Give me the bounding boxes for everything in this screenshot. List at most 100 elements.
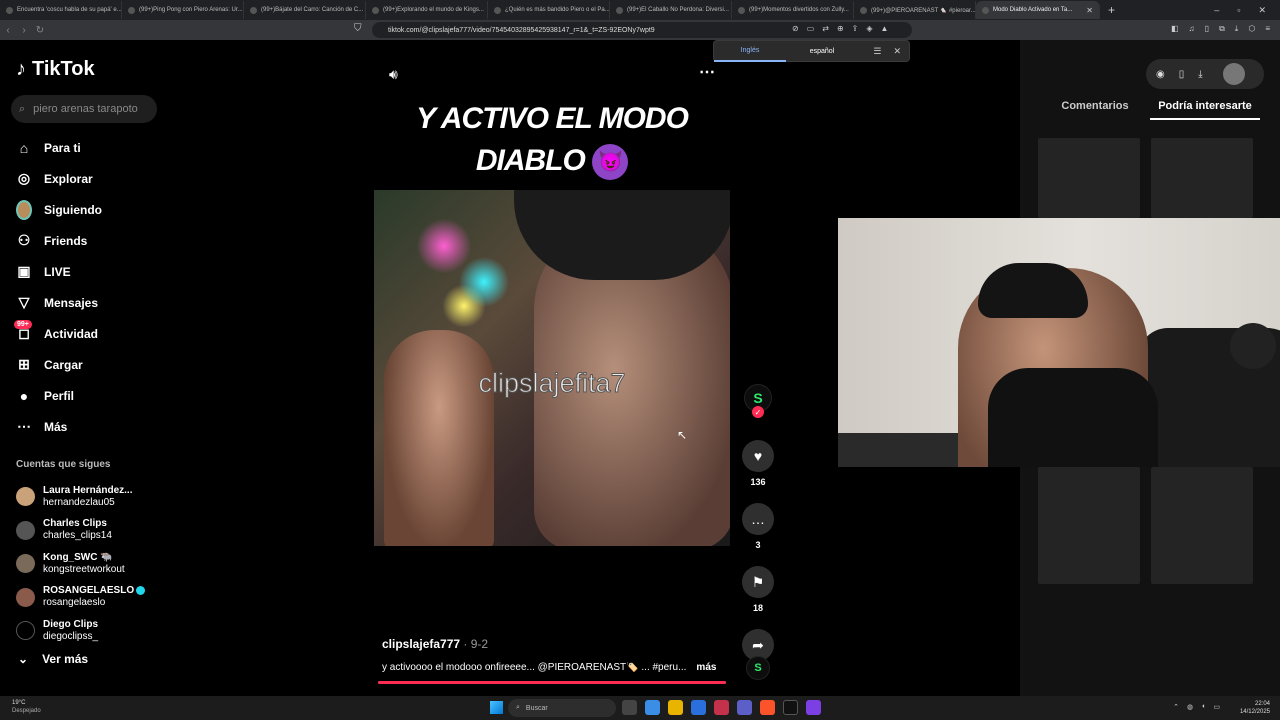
- tiktok-favicon-icon: [738, 6, 745, 14]
- music-disc-icon[interactable]: S: [746, 656, 770, 680]
- video-player[interactable]: clipslajefita7: [374, 190, 730, 546]
- browser-tab-active[interactable]: Modo Diablo Activado en Ta... ✕: [976, 1, 1100, 19]
- sidebar-item-perfil[interactable]: ● Perfil: [16, 380, 102, 411]
- tab-suggested[interactable]: Podría interesarte: [1150, 100, 1260, 120]
- sidebar-item-para-ti[interactable]: ⌂ Para ti: [16, 132, 102, 163]
- translate-lang-from[interactable]: Inglés: [714, 41, 786, 62]
- comment-button[interactable]: …: [742, 503, 774, 535]
- edge-icon[interactable]: [691, 700, 706, 715]
- back-icon[interactable]: ‹: [0, 25, 16, 36]
- download-icon[interactable]: ⤓: [1235, 24, 1239, 34]
- save-button[interactable]: ⚑: [742, 566, 774, 598]
- list-item[interactable]: ROSANGELAESLO rosangelaeslo: [16, 581, 146, 615]
- battery-icon[interactable]: ▭: [1213, 703, 1220, 711]
- list-item[interactable]: Diego Clips diegoclipss_: [16, 614, 145, 648]
- sidebar-item-live[interactable]: ▣ LIVE: [16, 256, 102, 287]
- brave-icon[interactable]: [760, 700, 775, 715]
- cast-icon[interactable]: ▭: [807, 24, 815, 33]
- share-arrow-icon: ➦: [752, 636, 764, 653]
- phone-icon[interactable]: ▯: [1179, 69, 1185, 80]
- file-explorer-icon[interactable]: [668, 700, 683, 715]
- tiktok-logo[interactable]: ♪ TikTok: [16, 58, 95, 81]
- browser-tab[interactable]: Encuentra 'coscu habla de su papá' e...: [0, 1, 122, 19]
- browser-tab[interactable]: (99+)Ping Pong con Piero Arenas: Ur...: [122, 1, 244, 19]
- download-app-icon[interactable]: ⤓: [1198, 69, 1202, 80]
- app-icon[interactable]: [783, 700, 798, 715]
- coin-icon[interactable]: ◉: [1156, 69, 1165, 80]
- sidebar-item-friends[interactable]: ⚇ Friends: [16, 225, 102, 256]
- alert-icon[interactable]: ▲: [881, 24, 889, 33]
- suggested-thumbnail[interactable]: [1038, 138, 1140, 218]
- new-tab-button[interactable]: +: [1100, 3, 1123, 17]
- tiktok-note-icon: ♪: [16, 58, 26, 80]
- app-icon[interactable]: [806, 700, 821, 715]
- close-window-button[interactable]: ✕: [1258, 5, 1266, 16]
- weather-widget[interactable]: 19°C Despejado: [12, 699, 41, 715]
- browser-tab[interactable]: (99+)Momentos divertidos con Zully...: [732, 1, 854, 19]
- tab-favicon-icon: [6, 6, 13, 14]
- app-icon[interactable]: [714, 700, 729, 715]
- brave-shield-icon[interactable]: ◈: [866, 24, 872, 33]
- tabs-icon[interactable]: ⧉: [1219, 24, 1225, 34]
- camera-off-icon[interactable]: ⊘: [792, 24, 799, 33]
- tab-comments[interactable]: Comentarios: [1040, 100, 1150, 120]
- sidebar-item-explorar[interactable]: ◎ Explorar: [16, 163, 102, 194]
- suggested-thumbnail[interactable]: [1151, 467, 1253, 584]
- video-progress-bar[interactable]: [378, 681, 726, 684]
- like-button[interactable]: ♥: [742, 440, 774, 472]
- menu-icon[interactable]: ≡: [1265, 24, 1270, 34]
- see-more-link[interactable]: más: [696, 662, 716, 673]
- browser-tab[interactable]: (99+)@PIEROARENAST 🐁 #pieroar...: [854, 1, 976, 19]
- translate-lang-to[interactable]: español: [786, 42, 858, 61]
- teams-icon[interactable]: [737, 700, 752, 715]
- translate-icon[interactable]: ⇄: [822, 24, 829, 33]
- search-input[interactable]: ⌕ piero arenas tarapoto: [11, 95, 157, 123]
- maximize-button[interactable]: ▫: [1237, 5, 1240, 16]
- minimize-button[interactable]: –: [1214, 5, 1219, 16]
- forward-icon[interactable]: ›: [16, 25, 32, 36]
- network-icon[interactable]: ◍: [1187, 703, 1193, 711]
- wallet-icon[interactable]: ◧: [1171, 24, 1179, 34]
- bookmark-icon[interactable]: ⛉: [354, 23, 362, 34]
- right-toolbar: ◉ ▯ ⤓: [1146, 59, 1264, 89]
- more-options-icon[interactable]: ⋯: [699, 62, 715, 82]
- see-more-button[interactable]: ⌄ Ver más: [18, 652, 88, 666]
- sidebar-item-cargar[interactable]: ⊞ Cargar: [16, 349, 102, 380]
- follow-check-icon[interactable]: ✓: [752, 406, 764, 418]
- sidebar-item-mas[interactable]: ⋯ Más: [16, 411, 102, 442]
- omnibox-icons: ⊘ ▭ ⇄ ⊕ ⇪ ◈ ▲: [792, 24, 888, 33]
- media-icon[interactable]: ♫: [1189, 24, 1195, 34]
- translate-close-icon[interactable]: ✕: [893, 46, 901, 57]
- sidebar-icon[interactable]: ▯: [1205, 24, 1209, 34]
- zoom-icon[interactable]: ⊕: [837, 24, 844, 33]
- sidebar-item-mensajes[interactable]: ▽ Mensajes: [16, 287, 102, 318]
- profile-avatar[interactable]: [1222, 63, 1245, 85]
- list-item[interactable]: Charles Clips charles_clips14: [16, 514, 145, 548]
- sidebar-item-siguiendo[interactable]: Siguiendo: [16, 194, 102, 225]
- home-icon: ⌂: [19, 139, 29, 156]
- browser-tab[interactable]: (99+)Bájate del Carro: Canción de C...: [244, 1, 366, 19]
- sidebar-item-actividad[interactable]: ◻ 99+ Actividad: [14, 318, 102, 349]
- windows-start-icon[interactable]: [490, 701, 503, 714]
- list-item[interactable]: Kong_SWC 🐃 kongstreetworkout: [16, 547, 145, 581]
- translate-menu-icon[interactable]: ☰: [873, 46, 881, 57]
- browser-tab[interactable]: (99+)El Caballo No Perdona: Diversi...: [610, 1, 732, 19]
- search-icon: ⌕: [516, 704, 520, 711]
- share-icon[interactable]: ⇪: [852, 24, 859, 33]
- vpn-icon[interactable]: ⬡: [1248, 24, 1255, 34]
- browser-tab[interactable]: (99+)Explorando el mundo de Kings...: [366, 1, 488, 19]
- task-view-icon[interactable]: [622, 700, 637, 715]
- close-tab-icon[interactable]: ✕: [1086, 6, 1093, 15]
- taskbar-search[interactable]: ⌕ Buscar: [508, 699, 616, 717]
- reload-icon[interactable]: ↻: [32, 25, 48, 36]
- taskbar-clock[interactable]: 22:04 14/12/2025: [1240, 700, 1270, 716]
- volume-tray-icon[interactable]: ◖: [1201, 703, 1205, 711]
- chevron-up-icon[interactable]: ⌃: [1173, 703, 1179, 711]
- suggested-thumbnail[interactable]: [1038, 467, 1140, 584]
- list-item[interactable]: Laura Hernández... hernandezlau05: [16, 480, 145, 514]
- suggested-thumbnail[interactable]: [1151, 138, 1253, 218]
- video-author[interactable]: clipslajefa777 · 9-2: [382, 637, 488, 651]
- volume-icon[interactable]: 🔊︎: [389, 66, 398, 83]
- browser-tab[interactable]: ¿Quién es más bandido Piero o el Pa...: [488, 1, 610, 19]
- copilot-icon[interactable]: [645, 700, 660, 715]
